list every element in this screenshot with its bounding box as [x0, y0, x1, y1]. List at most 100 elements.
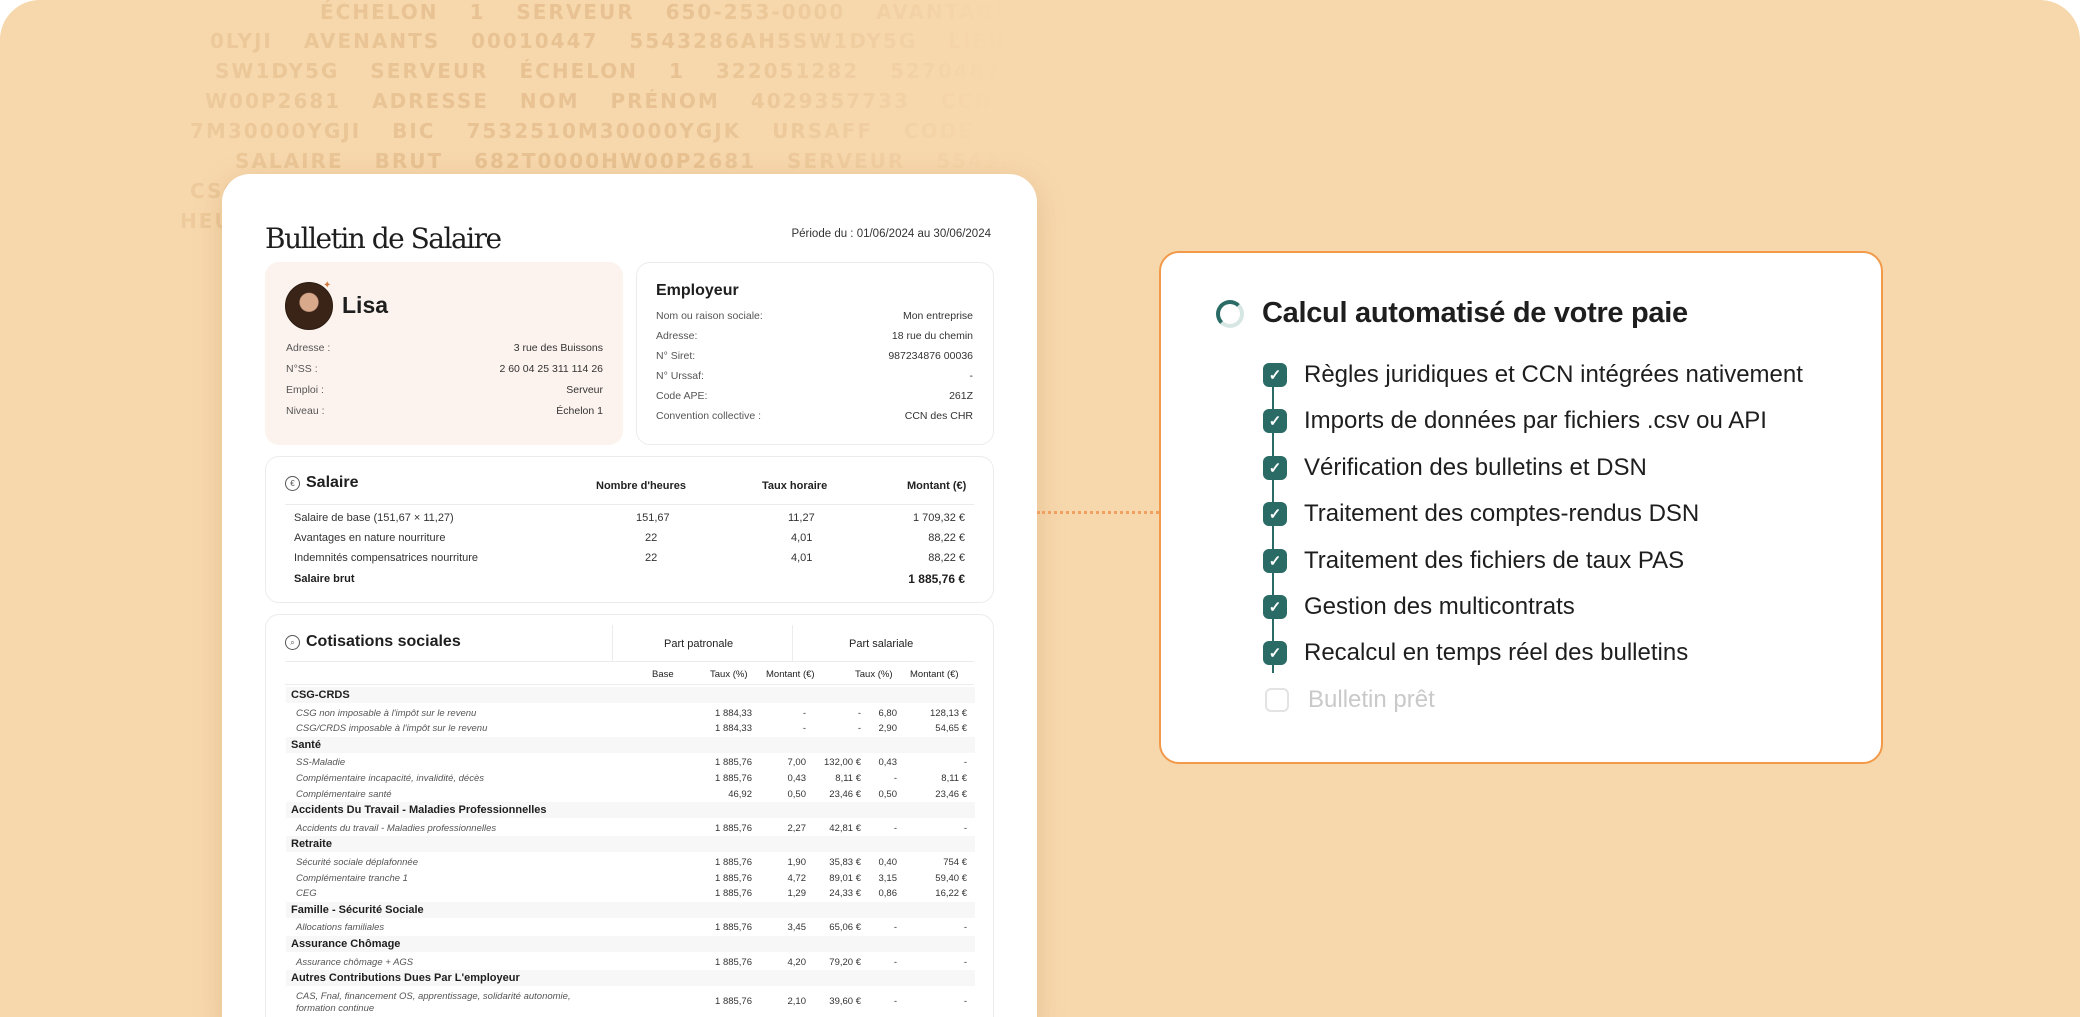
check-icon: ✓: [1263, 641, 1287, 666]
feature-item: Bulletin prêt: [1263, 686, 1435, 714]
part-salariale-header: Part salariale: [849, 638, 914, 650]
feature-item-label: Traitement des comptes-rendus DSN: [1304, 500, 1700, 528]
background-words-line: W00P2681 ADRESSE NOM PRÉNOM 4029357733 C…: [205, 89, 1100, 113]
gross-salary-label: Salaire brut: [294, 573, 355, 585]
check-icon: ✓: [1263, 548, 1287, 573]
column-header: Montant (€): [907, 480, 967, 492]
feature-item-label: Imports de données par fichiers .csv ou …: [1304, 407, 1767, 435]
salary-row-hours: 151,67: [636, 512, 670, 524]
contribution-group: Famille - Sécurité Sociale: [286, 901, 975, 918]
employee-field: Niveau : Échelon 1: [286, 405, 603, 417]
contribution-row: SS-Maladie 1 885,76 7,00 132,00 €0,43-: [296, 757, 967, 769]
feature-item: ✓ Règles juridiques et CCN intégrées nati…: [1263, 361, 1803, 389]
contribution-row: Complémentaire tranche 11 885,76 4,72 89,0…: [296, 872, 967, 884]
feature-item-label: Bulletin prêt: [1308, 685, 1435, 713]
salary-row-rate: 4,01: [791, 552, 813, 564]
contribution-row: Allocations familiales 1 885,76 3,45 65,06 …: [296, 922, 967, 934]
column-header: Nombre d'heures: [596, 480, 687, 492]
contributions-title: ⌕ Cotisations sociales: [285, 633, 461, 651]
salary-section: € Salaire Nombre d'heures Taux horaire M…: [265, 456, 994, 603]
feature-item-label: Traitement des fichiers de taux PAS: [1304, 546, 1685, 574]
check-icon: ✓: [1263, 455, 1287, 480]
contribution-group: Retraite: [286, 836, 975, 853]
contribution-row: CSG non imposable à l'impôt sur le reven…: [296, 707, 967, 719]
employee-field: Adresse :3 rue des Buissons: [286, 342, 603, 354]
column-header: Taux (%): [710, 669, 748, 680]
column-header: Taux horaire: [762, 480, 828, 492]
gross-salary-amount: 1 885,76 €: [908, 572, 965, 586]
contribution-row: Accidents du travail - Maladies professi…: [296, 822, 967, 834]
feature-item-label: Recalcul en temps réel des bulletins: [1304, 639, 1689, 667]
feature-item: ✓ Vérification des bulletins et DSN: [1263, 454, 1647, 482]
employer-field: Convention collective : CCN des CHR: [656, 410, 973, 422]
salary-row-rate: 11,27: [788, 512, 815, 524]
feature-item: ✓ Recalcul en temps réel des bulletins: [1263, 639, 1688, 667]
employer-field: Nom ou raison sociale: Mon entreprise: [656, 310, 973, 322]
employee-field: Emploi : Serveur: [286, 384, 603, 396]
unchecked-box-icon: [1265, 687, 1289, 712]
employer-field: N° Urssaf: -: [656, 370, 973, 382]
check-icon: ✓: [1263, 595, 1287, 619]
employer-card: Employeur Nom ou raison sociale: Mon entr…: [636, 262, 994, 445]
background-words-line: SW1DY5G SERVEUR ÉCHELON 1 322051282 5270…: [215, 59, 1100, 83]
employer-field: N° Siret: 987234876 00036: [656, 350, 973, 362]
loading-spinner-icon: [1216, 300, 1244, 328]
dotted-connector: [1037, 511, 1159, 514]
feature-item-label: Gestion des multicontrats: [1304, 593, 1575, 620]
background-words-line: ÉCHELON 1 SERVEUR 650-253-0000 AVANTAGE …: [320, 0, 1100, 24]
feature-item: ✓ Imports de données par fichiers .csv ou…: [1263, 407, 1767, 435]
contribution-row: CSG/CRDS imposable à l'impôt sur le reve…: [296, 723, 967, 735]
column-header: Montant (€): [910, 669, 959, 680]
contribution-row: Assurance chômage + AGS 1 885,76 4,20 79,20…: [296, 956, 967, 968]
background-words-line: SALAIRE BRUT 682T0000HW00P2681 SERVEUR 5…: [235, 149, 1100, 173]
background-words-line: 0LYJI AVENANTS 00010447 5543286AH5SW1DY5…: [210, 29, 1090, 53]
contribution-group: Autres Contributions Dues Par L'employeu…: [286, 970, 975, 987]
employee-field: N°SS :2 60 04 25 311 114 26: [286, 363, 603, 375]
feature-card: Calcul automatisé de votre paie ✓ Règles …: [1159, 251, 1883, 764]
part-patronale-header: Part patronale: [664, 638, 734, 650]
salary-row-amount: 1 709,32 €: [913, 512, 965, 524]
salary-row-label: Indemnités compensatrices nourriture: [294, 552, 479, 564]
employer-field: Adresse: 18 rue du chemin: [656, 330, 973, 342]
feature-item: ✓ Gestion des multicontrats: [1263, 593, 1575, 621]
euro-icon: €: [285, 475, 300, 491]
check-icon: ✓: [1263, 502, 1287, 527]
salary-row-rate: 4,01: [791, 532, 813, 544]
contribution-row: Sécurité sociale déplafonnée 1 885,76 1,90…: [296, 857, 967, 868]
salary-row-amount: 88,22 €: [928, 552, 965, 564]
background-words-line: 7M30000YGJI BIC 7532510M30000YGJK URSAFF…: [190, 119, 1100, 143]
salary-title: € Salaire: [285, 474, 358, 492]
contribution-row: Complémentaire incapacité, invalidité, d…: [296, 773, 967, 784]
feature-item: ✓ Traitement des comptes-rendus DSN: [1263, 500, 1699, 528]
feature-title: Calcul automatisé de votre paie: [1262, 297, 1688, 329]
employee-name: Lisa: [342, 292, 389, 318]
check-icon: ✓: [1263, 409, 1287, 434]
payslip-period: Période du : 01/06/2024 au 30/06/2024: [791, 228, 991, 240]
feature-item: ✓ Traitement des fichiers de taux PAS: [1263, 547, 1684, 575]
contribution-group: Assurance Chômage: [286, 936, 975, 952]
employer-field: Code APE: 261Z: [656, 390, 973, 402]
salary-row-label: Salaire de base (151,67 × 11,27): [294, 512, 454, 524]
hero-background: ÉCHELON 1 SERVEUR 650-253-0000 AVANTAGE …: [0, 0, 2080, 1017]
payslip-title: Bulletin de Salaire: [265, 222, 502, 255]
feature-item-label: Vérification des bulletins et DSN: [1304, 453, 1647, 481]
sparkle-icon: ✦: [323, 280, 332, 291]
salary-row-hours: 22: [645, 532, 658, 544]
salary-row-label: Avantages en nature nourriture: [294, 532, 446, 544]
contribution-group: Accidents Du Travail - Maladies Professi…: [286, 802, 975, 819]
column-header: Base: [652, 669, 674, 680]
salary-row-hours: 22: [645, 552, 658, 564]
employer-title: Employeur: [656, 282, 739, 299]
contribution-group: Santé: [286, 736, 975, 753]
salary-row-amount: 88,22 €: [928, 532, 965, 544]
payslip-card: Bulletin de Salaire Période du : 01/06/2…: [222, 174, 1037, 1017]
column-header: Taux (%): [855, 669, 893, 680]
feature-item-label: Règles juridiques et CCN intégrées nativ…: [1304, 361, 1803, 388]
contribution-row: CAS, Fnal, financement OS, apprentissage…: [296, 990, 967, 1014]
contribution-row: Complémentaire santé 46,92 0,50 23,46 €0,50…: [296, 788, 967, 800]
contribution-group: CSG-CRDS: [286, 687, 975, 703]
contribution-row: CEG 1 885,76 1,29 24,33 €0,86 16,22 €: [296, 888, 967, 900]
check-icon: ✓: [1263, 363, 1287, 387]
contributions-section: ⌕ Cotisations sociales Part patronale Pa…: [265, 614, 994, 1017]
search-icon: ⌕: [285, 634, 300, 650]
